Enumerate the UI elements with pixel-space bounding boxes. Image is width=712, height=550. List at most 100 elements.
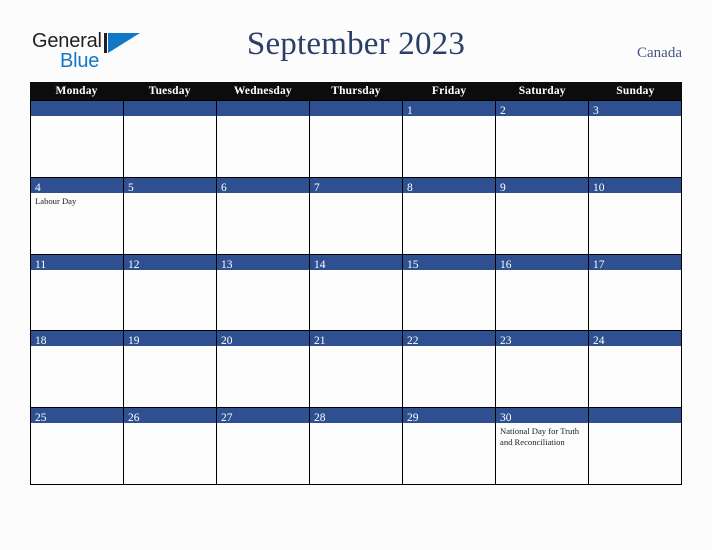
calendar-day-cell[interactable]: 29: [403, 408, 496, 485]
calendar-day-cell[interactable]: 27: [217, 408, 310, 485]
calendar-day-cell[interactable]: 14: [310, 254, 403, 332]
calendar-day-cell[interactable]: 20: [217, 331, 310, 409]
day-number-band: [589, 408, 681, 424]
page-title: September 2023: [246, 26, 466, 62]
day-events: [310, 193, 402, 254]
calendar-day-cell[interactable]: 12: [124, 254, 217, 332]
day-events: [31, 270, 123, 331]
day-events: [217, 193, 309, 254]
calendar-day-cell[interactable]: 3: [589, 101, 682, 178]
calendar-day-cell[interactable]: 13: [217, 254, 310, 332]
day-events: [496, 116, 588, 177]
day-events: [403, 346, 495, 407]
day-of-week-tuesday: Tuesday: [148, 85, 191, 97]
day-events: [589, 423, 681, 484]
calendar-day-cell[interactable]: 7: [310, 177, 403, 255]
calendar-weeks: 1 2 3 4 Labour Day 5 6 7 8 9 10 11 12 13 14 15 16 17 18 19 2…: [30, 100, 682, 485]
calendar-day-cell[interactable]: 11: [31, 254, 124, 332]
day-number-band: 5: [124, 177, 216, 194]
day-number-band: 27: [217, 408, 309, 424]
day-number-band: 25: [31, 408, 123, 424]
day-events: [403, 270, 495, 331]
calendar-day-cell[interactable]: 25: [31, 408, 124, 485]
calendar-day-cell[interactable]: 21: [310, 331, 403, 409]
calendar-day-cell[interactable]: 28: [310, 408, 403, 485]
day-events: [124, 193, 216, 254]
calendar-day-cell[interactable]: 22: [403, 331, 496, 409]
calendar-day-cell[interactable]: 17: [589, 254, 682, 332]
day-number-band: 29: [403, 408, 495, 424]
day-events: [403, 116, 495, 177]
day-number-band: [124, 101, 216, 116]
day-number-band: 30: [496, 408, 588, 424]
day-number-band: 8: [403, 177, 495, 194]
calendar-week-row: 4 Labour Day 5 6 7 8 9 10: [31, 177, 682, 255]
calendar-day-cell[interactable]: 5: [124, 177, 217, 255]
day-events: [496, 346, 588, 407]
day-events: [31, 116, 123, 177]
day-number-band: 20: [217, 331, 309, 347]
calendar-day-cell[interactable]: [217, 101, 310, 178]
day-of-week-wednesday: Wednesday: [233, 85, 292, 97]
day-number-band: 7: [310, 177, 402, 194]
calendar-day-cell[interactable]: 23: [496, 331, 589, 409]
day-number-band: 6: [217, 177, 309, 194]
calendar-day-cell[interactable]: 4 Labour Day: [31, 177, 124, 255]
day-events: [589, 270, 681, 331]
day-events: [217, 423, 309, 484]
day-number-band: 16: [496, 254, 588, 271]
day-number-band: 23: [496, 331, 588, 347]
day-number-band: 3: [589, 101, 681, 117]
day-number-band: 18: [31, 331, 123, 347]
day-events: [496, 193, 588, 254]
day-of-week-header: Monday Tuesday Wednesday Thursday Friday…: [30, 82, 682, 100]
calendar-day-cell[interactable]: 19: [124, 331, 217, 409]
day-events: [217, 346, 309, 407]
day-events: [124, 270, 216, 331]
day-events: [589, 346, 681, 407]
calendar-day-cell[interactable]: [589, 408, 682, 485]
day-events: Labour Day: [31, 193, 123, 254]
day-events: [217, 270, 309, 331]
day-number-band: 22: [403, 331, 495, 347]
day-number-band: 10: [589, 177, 681, 194]
calendar-week-row: 18 19 20 21 22 23 24: [31, 331, 682, 409]
day-number-band: 15: [403, 254, 495, 271]
calendar-day-cell[interactable]: 1: [403, 101, 496, 178]
day-number-band: 28: [310, 408, 402, 424]
calendar-day-cell[interactable]: 2: [496, 101, 589, 178]
calendar-day-cell[interactable]: 6: [217, 177, 310, 255]
calendar-day-cell[interactable]: [31, 101, 124, 178]
calendar-day-cell[interactable]: 18: [31, 331, 124, 409]
day-events: [310, 116, 402, 177]
day-number-band: 1: [403, 101, 495, 117]
calendar-day-cell[interactable]: [124, 101, 217, 178]
calendar-day-cell[interactable]: [310, 101, 403, 178]
day-events: [589, 193, 681, 254]
day-events: [31, 346, 123, 407]
day-number-band: 13: [217, 254, 309, 271]
calendar-day-cell[interactable]: 10: [589, 177, 682, 255]
calendar-day-cell[interactable]: 30 National Day for Truth and Reconciliat…: [496, 408, 589, 485]
day-events: [310, 423, 402, 484]
calendar-day-cell[interactable]: 16: [496, 254, 589, 332]
day-number-band: 9: [496, 177, 588, 194]
calendar-day-cell[interactable]: 26: [124, 408, 217, 485]
day-number-band: 24: [589, 331, 681, 347]
day-number-band: [31, 101, 123, 116]
calendar-day-cell[interactable]: 15: [403, 254, 496, 332]
day-events: [310, 270, 402, 331]
day-events: [31, 423, 123, 484]
calendar-week-row: 123: [31, 101, 682, 178]
calendar-grid: Monday Tuesday Wednesday Thursday Friday…: [30, 82, 682, 485]
calendar-day-cell[interactable]: 8: [403, 177, 496, 255]
holiday-label: Labour Day: [35, 195, 77, 206]
day-events: [589, 116, 681, 177]
day-of-week-friday: Friday: [431, 85, 467, 97]
calendar-day-cell[interactable]: 24: [589, 331, 682, 409]
day-events: [124, 423, 216, 484]
day-number-band: 17: [589, 254, 681, 271]
day-number-band: 14: [310, 254, 402, 271]
calendar-day-cell[interactable]: 9: [496, 177, 589, 255]
day-events: [124, 346, 216, 407]
